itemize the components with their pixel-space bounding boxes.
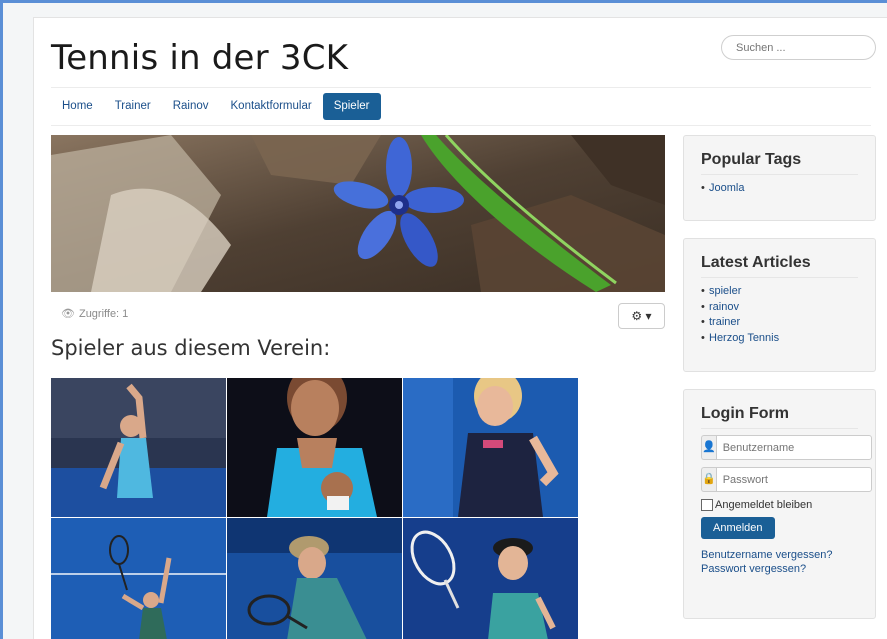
- nav-item-rainov[interactable]: Rainov: [162, 93, 220, 120]
- player-photo[interactable]: [51, 518, 226, 639]
- user-icon: 👤: [701, 435, 716, 460]
- article-heading: Spieler aus diesem Verein:: [51, 336, 331, 360]
- view-count: 👁 Zugriffe: 1: [61, 307, 128, 320]
- page-container: Tennis in der 3CK Home Trainer Rainov Ko…: [33, 17, 887, 639]
- forgot-password-link[interactable]: Passwort vergessen?: [701, 562, 858, 576]
- nav-item-kontaktformular[interactable]: Kontaktformular: [220, 93, 323, 120]
- caret-down-icon: ▾: [645, 309, 652, 323]
- username-row: 👤: [701, 435, 872, 460]
- nav-item-spieler[interactable]: Spieler: [322, 93, 381, 120]
- search-input[interactable]: [721, 35, 876, 60]
- article-link[interactable]: rainov: [701, 300, 858, 316]
- username-field[interactable]: [715, 435, 872, 460]
- nav-item-home[interactable]: Home: [51, 93, 104, 120]
- nav-item-trainer[interactable]: Trainer: [104, 93, 162, 120]
- login-button[interactable]: Anmelden: [701, 517, 775, 539]
- player-photo[interactable]: [403, 378, 578, 517]
- article-link[interactable]: Herzog Tennis: [701, 331, 858, 347]
- divider: [51, 87, 871, 88]
- remember-label: Angemeldet bleiben: [715, 499, 813, 511]
- eye-icon: 👁: [61, 308, 75, 320]
- player-photo[interactable]: [51, 378, 226, 517]
- player-gallery: [51, 378, 579, 639]
- login-form-module: Login Form 👤 🔒 Angemeldet bleiben Anmeld…: [683, 389, 876, 619]
- player-photo[interactable]: [403, 518, 578, 639]
- main-nav: Home Trainer Rainov Kontaktformular Spie…: [51, 93, 381, 120]
- player-photo[interactable]: [227, 378, 402, 517]
- view-count-label: Zugriffe: 1: [78, 308, 129, 320]
- lock-icon: 🔒: [701, 467, 716, 492]
- forgot-username-link[interactable]: Benutzername vergessen?: [701, 548, 858, 562]
- tag-link[interactable]: Joomla: [701, 181, 858, 197]
- remember-me[interactable]: Angemeldet bleiben: [701, 499, 858, 511]
- site-title[interactable]: Tennis in der 3CK: [51, 38, 348, 78]
- gear-icon: ⚙: [631, 309, 643, 323]
- latest-articles-module: Latest Articles spieler rainov trainer H…: [683, 238, 876, 372]
- divider: [51, 125, 871, 126]
- module-title: Login Form: [701, 405, 858, 429]
- password-field[interactable]: [715, 467, 872, 492]
- module-title: Latest Articles: [701, 254, 858, 278]
- header-banner-image: [51, 135, 665, 292]
- module-title: Popular Tags: [701, 151, 858, 175]
- remember-checkbox[interactable]: [701, 499, 713, 511]
- popular-tags-module: Popular Tags Joomla: [683, 135, 876, 221]
- password-row: 🔒: [701, 467, 872, 492]
- article-tools-button[interactable]: ⚙ ▾: [618, 303, 665, 329]
- article-link[interactable]: spieler: [701, 284, 858, 300]
- article-link[interactable]: trainer: [701, 315, 858, 331]
- player-photo[interactable]: [227, 518, 402, 639]
